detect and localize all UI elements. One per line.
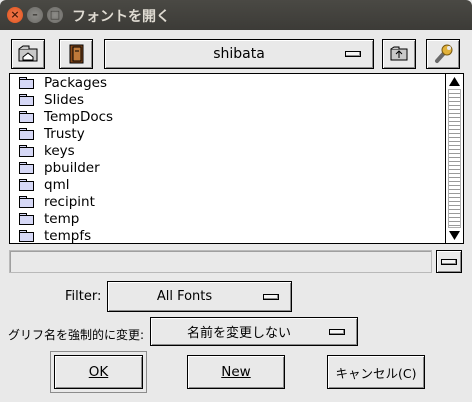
maximize-icon: □ — [49, 8, 61, 21]
parent-folder-icon — [390, 46, 408, 61]
close-icon: × — [10, 8, 20, 21]
list-item[interactable]: qml — [10, 176, 446, 193]
filename-input[interactable] — [9, 250, 432, 273]
list-item-label: Slides — [44, 91, 84, 108]
list-item[interactable]: temp — [10, 210, 446, 227]
list-scrollbar[interactable] — [445, 74, 463, 243]
scrollbar-thumb[interactable] — [448, 89, 461, 228]
rename-glyphs-value: 名前を変更しない — [186, 326, 291, 341]
directory-dropdown[interactable]: shibata — [104, 39, 374, 69]
list-item[interactable]: pbuilder — [10, 159, 446, 176]
list-item-label: recipint — [44, 193, 95, 210]
minimize-icon: – — [32, 8, 38, 21]
dropdown-indicator-icon — [263, 293, 279, 300]
bookmarks-button[interactable] — [59, 39, 93, 69]
close-window-button[interactable]: × — [7, 7, 23, 23]
folder-icon — [19, 128, 34, 140]
dropdown-indicator-icon — [329, 328, 345, 335]
list-item[interactable]: Packages — [10, 74, 446, 91]
dropdown-indicator-icon — [345, 51, 361, 57]
parent-directory-button[interactable] — [382, 39, 416, 69]
window-title: フォントを開く — [72, 9, 170, 25]
rename-glyphs-label: グリフ名を強制的に変更: — [8, 328, 145, 342]
list-item-label: keys — [44, 142, 75, 159]
rename-glyphs-dropdown[interactable]: 名前を変更しない — [150, 317, 358, 346]
list-item-label: pbuilder — [44, 159, 100, 176]
settings-button[interactable] — [426, 39, 460, 69]
filter-value: All Fonts — [156, 289, 213, 304]
folder-icon — [19, 94, 34, 106]
bookmark-icon — [69, 44, 84, 64]
folder-icon — [19, 77, 34, 89]
current-directory: shibata — [213, 46, 265, 62]
list-item[interactable]: TempDocs — [10, 108, 446, 125]
list-item-label: qml — [44, 176, 70, 193]
dropdown-indicator-icon — [441, 259, 457, 265]
new-button-label: New — [221, 364, 251, 380]
home-button[interactable] — [11, 39, 45, 69]
new-button[interactable]: New — [187, 355, 285, 389]
list-item-label: TempDocs — [44, 108, 114, 125]
filter-dropdown[interactable]: All Fonts — [107, 281, 292, 312]
file-list[interactable]: Packages Slides TempDocs Trusty keys pbu… — [9, 73, 464, 244]
settings-icon — [435, 44, 453, 63]
list-item[interactable]: Slides — [10, 91, 446, 108]
list-item-label: tempfs — [44, 227, 92, 244]
home-folder-icon — [18, 45, 38, 62]
open-font-dialog: × – □ フォントを開く shibata Packages Slides Te… — [0, 0, 472, 402]
list-item[interactable]: recipint — [10, 193, 446, 210]
folder-icon — [19, 196, 34, 208]
scroll-down-arrow-icon[interactable] — [448, 230, 461, 241]
filter-label: Filter: — [65, 289, 102, 304]
file-list-items: Packages Slides TempDocs Trusty keys pbu… — [10, 74, 446, 243]
cancel-button-label: キャンセル(C) — [335, 365, 417, 381]
ok-button[interactable]: OK — [54, 355, 143, 389]
cancel-button[interactable]: キャンセル(C) — [327, 355, 425, 389]
ok-button-label: OK — [88, 364, 109, 380]
folder-icon — [19, 179, 34, 191]
list-item-label: Trusty — [44, 125, 85, 142]
scroll-up-arrow-icon[interactable] — [448, 76, 461, 87]
list-item-label: Packages — [44, 74, 107, 91]
folder-icon — [19, 213, 34, 225]
title-bar[interactable]: × – □ フォントを開く — [0, 0, 472, 30]
folder-icon — [19, 111, 34, 123]
list-item[interactable]: Trusty — [10, 125, 446, 142]
minimize-window-button[interactable]: – — [27, 7, 43, 23]
folder-icon — [19, 230, 34, 242]
list-item[interactable]: tempfs — [10, 227, 446, 243]
maximize-window-button[interactable]: □ — [47, 7, 63, 23]
folder-icon — [19, 162, 34, 174]
list-item[interactable]: keys — [10, 142, 446, 159]
folder-icon — [19, 145, 34, 157]
list-item-label: temp — [44, 210, 80, 227]
history-dropdown-button[interactable] — [436, 250, 462, 273]
